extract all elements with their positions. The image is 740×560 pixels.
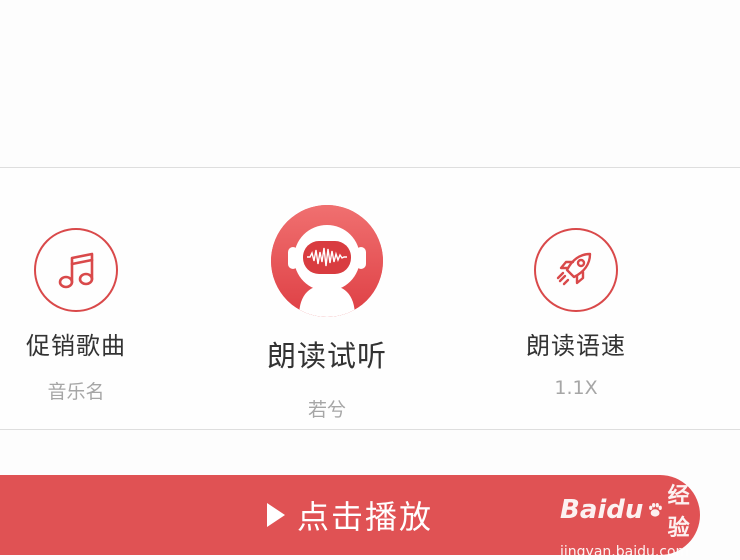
play-button-label: 点击播放 (296, 498, 433, 536)
options-panel: 促销歌曲 音乐名 朗读试听 若兮 朗读语速 1.1X (0, 168, 740, 429)
watermark-logo: Baidu (560, 495, 644, 525)
speed-option-value: 1.1X (554, 377, 598, 399)
rocket-icon (534, 228, 618, 312)
music-note-icon (34, 228, 118, 312)
bottom-divider (0, 429, 740, 430)
voice-option-value: 若兮 (307, 399, 346, 421)
music-option[interactable]: 促销歌曲 音乐名 (0, 228, 152, 404)
paw-icon (649, 503, 663, 517)
baidu-jingyan-watermark: Baidu 经验 jingyan.baidu.com (560, 478, 700, 560)
music-option-label: 促销歌曲 (26, 332, 126, 360)
top-blank-area (0, 0, 740, 167)
voice-avatar-icon (271, 205, 383, 317)
watermark-url: jingyan.baidu.com (560, 544, 690, 560)
voice-option[interactable]: 朗读试听 若兮 (246, 205, 408, 422)
music-option-value: 音乐名 (47, 381, 105, 403)
voice-option-label: 朗读试听 (266, 339, 387, 373)
watermark-name: 经验 (667, 484, 690, 541)
speed-option[interactable]: 朗读语速 1.1X (500, 228, 652, 399)
play-icon (266, 503, 285, 527)
speed-option-label: 朗读语速 (526, 332, 626, 360)
